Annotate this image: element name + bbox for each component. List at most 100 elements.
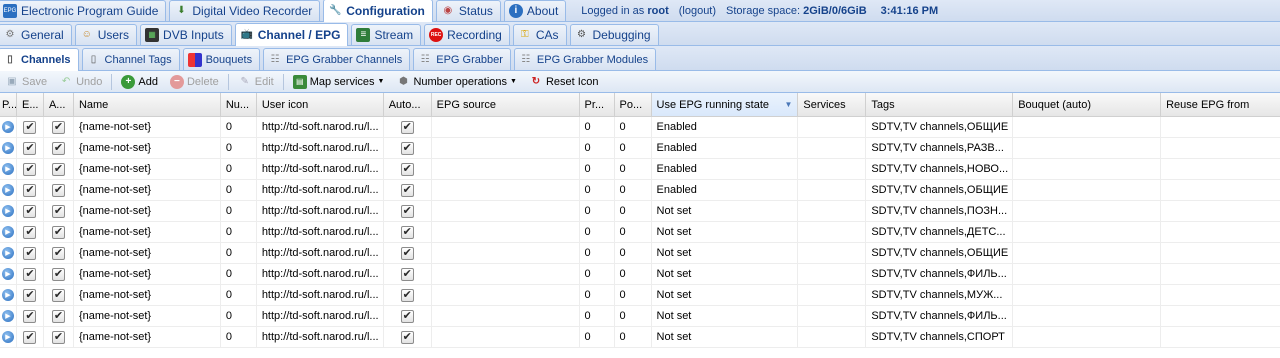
auto-epg-checkbox[interactable]: ✔ xyxy=(400,162,414,176)
cell-number[interactable]: 0 xyxy=(221,285,257,305)
cell-bouquet[interactable] xyxy=(1013,201,1162,221)
cell-priority[interactable]: 0 xyxy=(580,327,615,347)
auto-epg-checkbox[interactable]: ✔ xyxy=(400,183,414,197)
cell-bouquet[interactable] xyxy=(1013,138,1162,158)
cell-name[interactable]: {name-not-set} xyxy=(74,117,221,137)
cell-epg-running[interactable]: Enabled xyxy=(652,159,799,179)
cell-epg-running[interactable]: Not set xyxy=(652,306,799,326)
cell-reuse-epg[interactable] xyxy=(1161,222,1280,242)
play-icon[interactable]: ▶ xyxy=(2,163,14,175)
table-row[interactable]: ▶ ✔ ✔ {name-not-set} 0 http://td-soft.narod.r… xyxy=(0,306,1280,327)
cell-services[interactable] xyxy=(798,306,867,326)
cell-epg-running[interactable]: Not set xyxy=(652,243,799,263)
cell-epg-source[interactable] xyxy=(432,201,580,221)
cell-tags[interactable]: SDTV,TV channels,СПОРТ xyxy=(866,327,1014,347)
cell-postfix[interactable]: 0 xyxy=(615,180,652,200)
enabled-checkbox[interactable]: ✔ xyxy=(23,141,37,155)
tab-bouquets[interactable]: Bouquets xyxy=(182,48,261,70)
cell-epg-running[interactable]: Not set xyxy=(652,201,799,221)
table-row[interactable]: ▶ ✔ ✔ {name-not-set} 0 http://td-soft.narod.r… xyxy=(0,138,1280,159)
cell-priority[interactable]: 0 xyxy=(580,180,615,200)
logout-link[interactable]: (logout) xyxy=(679,5,716,17)
tab-users[interactable]: ☺ Users xyxy=(74,24,138,45)
tab-epg-grabber[interactable]: ☷ EPG Grabber xyxy=(413,48,511,70)
cell-services[interactable] xyxy=(798,327,867,347)
tab-status[interactable]: ◉ Status xyxy=(435,0,501,21)
autoname-checkbox[interactable]: ✔ xyxy=(51,183,65,197)
column-header-postfix[interactable]: Po... xyxy=(615,93,652,116)
autoname-checkbox[interactable]: ✔ xyxy=(51,162,65,176)
auto-epg-checkbox[interactable]: ✔ xyxy=(400,309,414,323)
cell-tags[interactable]: SDTV,TV channels,ОБЩИЕ xyxy=(866,243,1014,263)
cell-reuse-epg[interactable] xyxy=(1161,138,1280,158)
cell-epg-running[interactable]: Not set xyxy=(652,264,799,284)
cell-epg-source[interactable] xyxy=(432,285,580,305)
enabled-checkbox[interactable]: ✔ xyxy=(23,267,37,281)
cell-user-icon[interactable]: http://td-soft.narod.ru/l... xyxy=(257,117,384,137)
cell-number[interactable]: 0 xyxy=(221,264,257,284)
enabled-checkbox[interactable]: ✔ xyxy=(23,204,37,218)
cell-epg-source[interactable] xyxy=(432,264,580,284)
cell-name[interactable]: {name-not-set} xyxy=(74,222,221,242)
number-operations-button[interactable]: ⬢ Number operations ▼ xyxy=(391,72,522,92)
cell-priority[interactable]: 0 xyxy=(580,306,615,326)
autoname-checkbox[interactable]: ✔ xyxy=(51,120,65,134)
table-row[interactable]: ▶ ✔ ✔ {name-not-set} 0 http://td-soft.narod.r… xyxy=(0,243,1280,264)
table-row[interactable]: ▶ ✔ ✔ {name-not-set} 0 http://td-soft.narod.r… xyxy=(0,285,1280,306)
cell-name[interactable]: {name-not-set} xyxy=(74,201,221,221)
cell-tags[interactable]: SDTV,TV channels,ФИЛЬ... xyxy=(866,306,1014,326)
autoname-checkbox[interactable]: ✔ xyxy=(51,267,65,281)
cell-services[interactable] xyxy=(798,264,867,284)
tab-cas[interactable]: ⚿ CAs xyxy=(512,24,567,45)
table-row[interactable]: ▶ ✔ ✔ {name-not-set} 0 http://td-soft.narod.r… xyxy=(0,327,1280,348)
cell-services[interactable] xyxy=(798,201,867,221)
cell-priority[interactable]: 0 xyxy=(580,138,615,158)
cell-services[interactable] xyxy=(798,159,867,179)
tab-epg-grabber-channels[interactable]: ☷ EPG Grabber Channels xyxy=(263,48,411,70)
cell-priority[interactable]: 0 xyxy=(580,285,615,305)
cell-tags[interactable]: SDTV,TV channels,ОБЩИЕ xyxy=(866,180,1014,200)
cell-name[interactable]: {name-not-set} xyxy=(74,306,221,326)
cell-postfix[interactable]: 0 xyxy=(615,264,652,284)
cell-user-icon[interactable]: http://td-soft.narod.ru/l... xyxy=(257,264,384,284)
cell-bouquet[interactable] xyxy=(1013,222,1162,242)
column-header-reuse-epg[interactable]: Reuse EPG from xyxy=(1161,93,1280,116)
map-services-button[interactable]: ▤ Map services ▼ xyxy=(288,72,390,92)
tab-about[interactable]: i About xyxy=(503,0,567,21)
tab-debugging[interactable]: ⚙ Debugging xyxy=(569,24,659,45)
auto-epg-checkbox[interactable]: ✔ xyxy=(400,330,414,344)
cell-number[interactable]: 0 xyxy=(221,180,257,200)
auto-epg-checkbox[interactable]: ✔ xyxy=(400,267,414,281)
delete-button[interactable]: − Delete xyxy=(165,72,224,92)
cell-reuse-epg[interactable] xyxy=(1161,117,1280,137)
enabled-checkbox[interactable]: ✔ xyxy=(23,309,37,323)
play-icon[interactable]: ▶ xyxy=(2,289,14,301)
autoname-checkbox[interactable]: ✔ xyxy=(51,204,65,218)
tab-general[interactable]: ⚙ General xyxy=(0,24,72,45)
cell-reuse-epg[interactable] xyxy=(1161,306,1280,326)
play-icon[interactable]: ▶ xyxy=(2,226,14,238)
play-icon[interactable]: ▶ xyxy=(2,205,14,217)
cell-number[interactable]: 0 xyxy=(221,117,257,137)
column-header-name[interactable]: Name xyxy=(74,93,221,116)
cell-services[interactable] xyxy=(798,138,867,158)
cell-epg-source[interactable] xyxy=(432,138,580,158)
cell-postfix[interactable]: 0 xyxy=(615,306,652,326)
cell-priority[interactable]: 0 xyxy=(580,201,615,221)
cell-priority[interactable]: 0 xyxy=(580,264,615,284)
cell-epg-source[interactable] xyxy=(432,117,580,137)
cell-number[interactable]: 0 xyxy=(221,222,257,242)
cell-name[interactable]: {name-not-set} xyxy=(74,264,221,284)
cell-postfix[interactable]: 0 xyxy=(615,285,652,305)
cell-reuse-epg[interactable] xyxy=(1161,327,1280,347)
table-row[interactable]: ▶ ✔ ✔ {name-not-set} 0 http://td-soft.narod.r… xyxy=(0,159,1280,180)
cell-postfix[interactable]: 0 xyxy=(615,138,652,158)
cell-postfix[interactable]: 0 xyxy=(615,222,652,242)
cell-number[interactable]: 0 xyxy=(221,201,257,221)
cell-epg-running[interactable]: Enabled xyxy=(652,138,799,158)
autoname-checkbox[interactable]: ✔ xyxy=(51,141,65,155)
column-header-epg-source[interactable]: EPG source xyxy=(432,93,580,116)
auto-epg-checkbox[interactable]: ✔ xyxy=(400,288,414,302)
tab-channel-tags[interactable]: ▯ Channel Tags xyxy=(81,48,180,70)
cell-tags[interactable]: SDTV,TV channels,ДЕТС... xyxy=(866,222,1014,242)
